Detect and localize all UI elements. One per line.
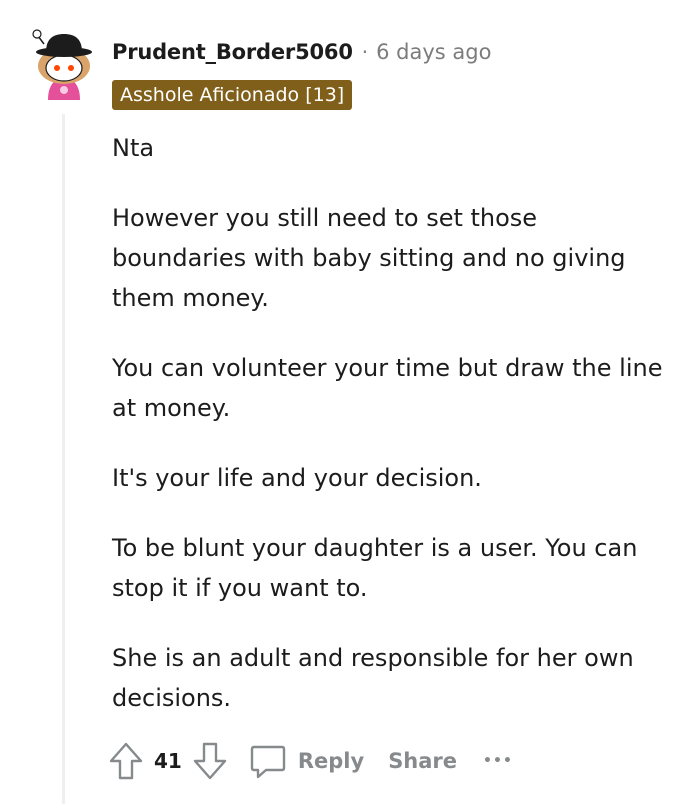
comment-body: Nta However you still need to set those … — [112, 128, 672, 748]
comment-paragraph: To be blunt your daughter is a user. You… — [112, 534, 638, 602]
vote-score: 41 — [154, 749, 182, 773]
share-button[interactable]: Share — [388, 749, 457, 773]
comment-paragraph: However you still need to set those boun… — [112, 204, 626, 312]
downvote-icon[interactable] — [192, 741, 228, 781]
user-avatar[interactable] — [30, 28, 98, 102]
comment-paragraph: It's your life and your decision. — [112, 464, 482, 492]
comment-paragraph: She is an adult and responsible for her … — [112, 644, 634, 712]
comment-header: Prudent_Border5060 · 6 days ago — [112, 40, 491, 64]
user-flair: Asshole Aficionado [13] — [112, 80, 353, 110]
more-options-icon[interactable]: ••• — [483, 753, 513, 769]
comment-paragraph: You can volunteer your time but draw the… — [112, 354, 663, 422]
thread-line[interactable] — [62, 114, 65, 804]
comment-paragraph: Nta — [112, 134, 155, 162]
username-link[interactable]: Prudent_Border5060 — [112, 40, 353, 64]
upvote-icon[interactable] — [108, 741, 144, 781]
reply-button[interactable]: Reply — [250, 742, 364, 780]
comment-actions: 41 Reply Share ••• — [108, 738, 513, 784]
timestamp[interactable]: 6 days ago — [376, 40, 491, 64]
comment-bubble-icon — [250, 742, 286, 780]
reply-label: Reply — [297, 749, 365, 773]
meta-separator: · — [361, 40, 369, 64]
